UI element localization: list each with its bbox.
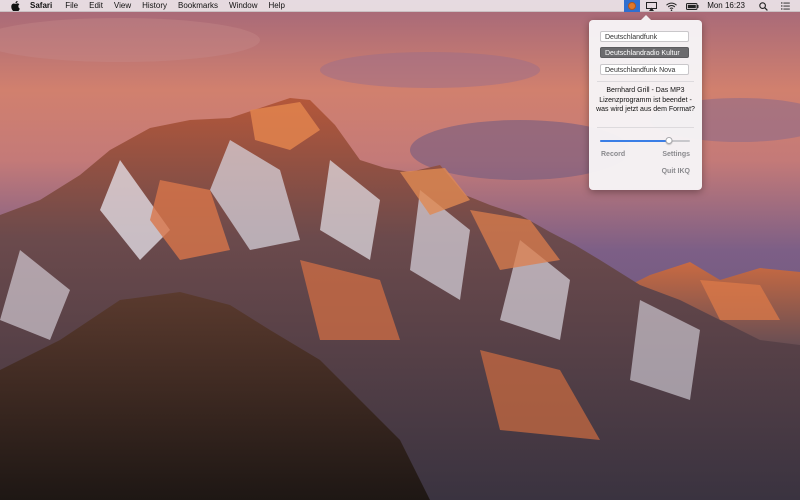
station-button-deutschlandfunk-nova[interactable]: Deutschlandfunk Nova	[600, 64, 689, 75]
menu-view[interactable]: View	[114, 0, 131, 12]
menu-bar: Safari File Edit View History Bookmarks …	[0, 0, 800, 12]
menubar-clock[interactable]: Mon 16:23	[707, 0, 745, 12]
menu-file[interactable]: File	[65, 0, 78, 12]
menu-help[interactable]: Help	[268, 0, 284, 12]
battery-icon[interactable]	[685, 0, 699, 12]
station-button-deutschlandfunk[interactable]: Deutschlandfunk	[600, 31, 689, 42]
radio-popover: Deutschlandfunk Deutschlandradio Kultur …	[589, 15, 702, 190]
quit-button[interactable]: Quit IKQ	[662, 168, 690, 175]
divider	[597, 81, 694, 82]
wifi-icon[interactable]	[665, 0, 677, 12]
popover-arrow	[641, 15, 651, 20]
divider	[597, 127, 694, 128]
settings-button[interactable]: Settings	[662, 151, 690, 158]
apple-icon[interactable]	[11, 0, 21, 11]
menu-bookmarks[interactable]: Bookmarks	[178, 0, 218, 12]
record-button[interactable]: Record	[601, 151, 625, 158]
volume-slider[interactable]	[600, 137, 690, 144]
airplay-icon[interactable]	[645, 0, 657, 12]
notification-center-icon[interactable]	[780, 0, 790, 12]
iq-status-icon[interactable]	[624, 0, 641, 12]
station-button-deutschlandradio-kultur[interactable]: Deutschlandradio Kultur	[600, 47, 689, 58]
volume-slider-fill	[600, 140, 670, 142]
menu-history[interactable]: History	[142, 0, 167, 12]
menu-edit[interactable]: Edit	[89, 0, 103, 12]
now-playing-text: Bernhard Grill - Das MP3 Lizenzprogramm …	[596, 87, 695, 113]
volume-slider-knob[interactable]	[665, 137, 673, 144]
menu-window[interactable]: Window	[229, 0, 257, 12]
spotlight-icon[interactable]	[758, 0, 768, 12]
app-menu-safari[interactable]: Safari	[30, 0, 52, 12]
